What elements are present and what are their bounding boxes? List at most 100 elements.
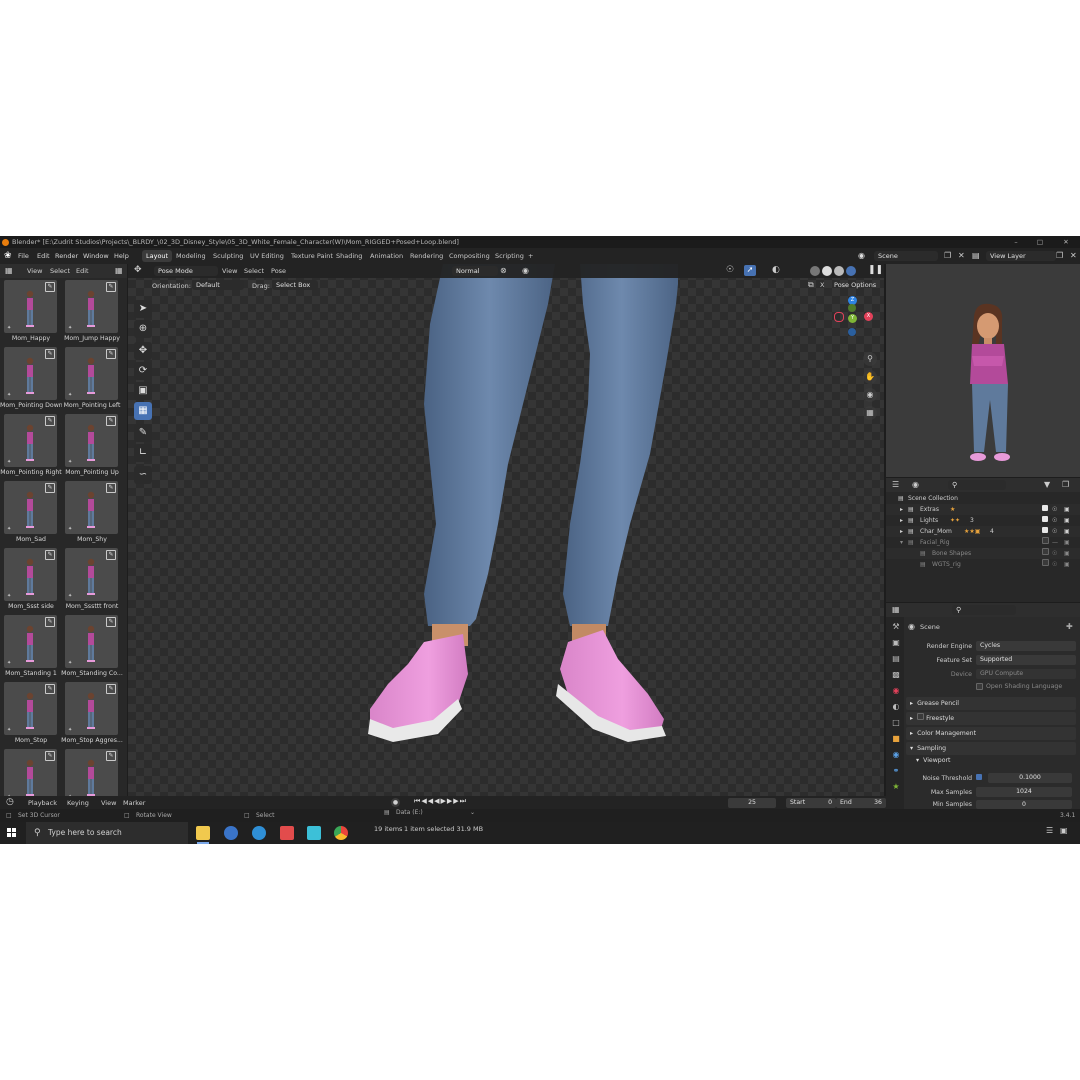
grid-view-icon[interactable]: ▦ — [115, 266, 123, 275]
asset-menu-view[interactable]: View — [27, 267, 42, 275]
jump-end-icon[interactable]: ⏭ — [460, 797, 467, 805]
asset-thumbnail[interactable]: ✎✦ — [4, 548, 57, 601]
pause-icon[interactable]: ❚❚ — [868, 265, 883, 275]
3d-viewport[interactable]: ✥ Pose Mode View Select Pose Normal ⊗ ◉ … — [128, 264, 884, 796]
edit-asset-icon[interactable]: ✎ — [106, 684, 116, 694]
chrome-icon[interactable] — [334, 826, 348, 840]
asset-thumbnail[interactable]: ✎✦ — [65, 749, 118, 796]
eye-icon[interactable]: ☉ — [1052, 515, 1057, 526]
add-workspace-button[interactable]: + — [524, 250, 537, 262]
app-icon-1[interactable] — [224, 826, 238, 840]
mode-selector[interactable]: Pose Mode — [154, 266, 218, 276]
new-scene-icon[interactable]: ❐ — [944, 251, 951, 260]
scene-selector[interactable]: Scene — [874, 251, 938, 261]
details-view-icon[interactable]: ☰ — [1046, 826, 1053, 835]
solid-shading-icon[interactable] — [822, 266, 832, 276]
asset-menu-select[interactable]: Select — [50, 267, 70, 275]
neg-z-axis-icon[interactable] — [848, 328, 856, 336]
render-camera-icon[interactable]: ▣ — [1064, 515, 1070, 526]
output-tab-icon[interactable]: ▤ — [890, 653, 902, 665]
zoom-icon[interactable]: ⚲ — [863, 352, 877, 366]
scale-tool[interactable]: ▣ — [134, 382, 152, 400]
asset-menu-edit[interactable]: Edit — [76, 267, 89, 275]
cursor-tool[interactable]: ⊕ — [134, 320, 152, 338]
snap-icon[interactable]: ◉ — [522, 266, 529, 275]
scene-tab-icon[interactable]: ◉ — [890, 685, 902, 697]
expand-arrow-icon[interactable]: ▸ — [900, 526, 903, 537]
eye-icon[interactable]: ☉ — [1052, 526, 1057, 537]
move-tool[interactable]: ✥ — [134, 342, 152, 360]
gizmo-toggle-icon[interactable]: ➚ — [744, 265, 756, 276]
edit-asset-icon[interactable]: ✎ — [106, 550, 116, 560]
collapse-arrow-icon[interactable]: ▾ — [900, 537, 903, 548]
tab-layout[interactable]: Layout — [142, 250, 173, 262]
eye-icon[interactable]: ☉ — [1052, 504, 1057, 515]
character-preview-viewport[interactable] — [886, 264, 1080, 477]
annotate-tool[interactable]: ✎ — [134, 424, 152, 442]
asset-thumbnail[interactable]: ✎✦ — [4, 481, 57, 534]
edit-asset-icon[interactable]: ✎ — [45, 416, 55, 426]
device-dropdown[interactable]: GPU Compute — [976, 669, 1076, 679]
menu-file[interactable]: File — [18, 248, 29, 264]
current-frame-input[interactable]: 25 — [728, 798, 776, 808]
properties-search-input[interactable]: ⚲ — [952, 605, 1016, 615]
timeline-menu-marker[interactable]: Marker — [123, 799, 145, 807]
menu-render[interactable]: Render — [55, 248, 78, 264]
delete-view-layer-icon[interactable]: ✕ — [1070, 251, 1077, 260]
neg-x-axis-icon[interactable] — [834, 312, 844, 322]
outliner-row-lights[interactable]: ▸ ▤ Lights ✦✦ 3 ☉ ▣ — [886, 515, 1080, 526]
minimize-button[interactable]: – — [1006, 236, 1026, 248]
chevron-down-icon[interactable]: ⌄ — [470, 806, 475, 819]
pin-icon[interactable]: ✚ — [1066, 622, 1073, 631]
exclude-checkbox[interactable] — [1042, 548, 1049, 559]
camera-view-icon[interactable]: ◉ — [863, 388, 877, 402]
render-camera-icon[interactable]: ▣ — [1064, 537, 1070, 548]
eye-hidden-icon[interactable]: — — [1052, 537, 1058, 548]
min-samples-input[interactable]: 0 — [976, 800, 1072, 809]
perspective-grid-icon[interactable]: ▦ — [863, 406, 877, 420]
render-camera-icon[interactable]: ▣ — [1064, 526, 1070, 537]
edit-asset-icon[interactable]: ✎ — [106, 483, 116, 493]
mirror-x-toggle[interactable]: X — [820, 281, 824, 289]
close-button[interactable]: ✕ — [1056, 236, 1076, 248]
asset-thumbnail[interactable]: ✎✦ — [65, 682, 118, 735]
viewport-menu-view[interactable]: View — [222, 267, 237, 275]
y-axis-icon[interactable]: Y — [848, 314, 857, 323]
eye-icon[interactable]: ☉ — [1052, 548, 1057, 559]
rotate-tool[interactable]: ⟳ — [134, 362, 152, 380]
eye-icon[interactable]: ☉ — [1052, 559, 1057, 570]
next-keyframe-icon[interactable]: ▶▶ — [447, 797, 460, 805]
section-grease-pencil[interactable]: ▸ Grease Pencil — [906, 697, 1076, 710]
noise-threshold-checkbox[interactable] — [976, 774, 982, 782]
asset-thumbnail[interactable]: ✎✦ — [65, 414, 118, 467]
osl-checkbox[interactable] — [976, 683, 983, 692]
edit-asset-icon[interactable]: ✎ — [106, 416, 116, 426]
outliner-row-wgts-rig[interactable]: ▤ WGTS_rig ☉ ▣ — [886, 559, 1080, 570]
new-collection-icon[interactable]: ❐ — [1062, 480, 1069, 489]
viewport-menu-pose[interactable]: Pose — [271, 267, 286, 275]
asset-thumbnail[interactable]: ✎✦ — [65, 347, 118, 400]
overlay-icon[interactable]: ◐ — [772, 265, 780, 275]
asset-thumbnail[interactable]: ✎✦ — [4, 682, 57, 735]
asset-thumbnail[interactable]: ✎✦ — [4, 414, 57, 467]
outliner-row-extras[interactable]: ▸ ▤ Extras ★ ☉ ▣ — [886, 504, 1080, 515]
figma-icon[interactable] — [280, 826, 294, 840]
tab-uv-editing[interactable]: UV Editing — [246, 250, 288, 262]
end-frame-input[interactable]: End 36 — [836, 798, 886, 808]
expand-arrow-icon[interactable]: ▸ — [900, 504, 903, 515]
maximize-button[interactable]: □ — [1030, 236, 1050, 248]
include-checkbox[interactable] — [1042, 526, 1048, 537]
menu-edit[interactable]: Edit — [37, 248, 50, 264]
bone-tool[interactable]: ∽ — [134, 466, 152, 484]
timeline-editor-icon[interactable]: ◷ — [6, 797, 14, 807]
tab-modeling[interactable]: Modeling — [172, 250, 210, 262]
asset-thumbnail[interactable]: ✎✦ — [65, 481, 118, 534]
pan-hand-icon[interactable]: ✋ — [863, 370, 877, 384]
windows-start-icon[interactable] — [7, 828, 17, 838]
outliner-row-scene-collection[interactable]: ▤ Scene Collection — [886, 493, 1080, 504]
asset-thumbnail[interactable]: ✎✦ — [4, 615, 57, 668]
app-icon-3[interactable] — [307, 826, 321, 840]
edit-asset-icon[interactable]: ✎ — [45, 550, 55, 560]
edit-asset-icon[interactable]: ✎ — [106, 617, 116, 627]
asset-thumbnail[interactable]: ✎✦ — [65, 280, 118, 333]
